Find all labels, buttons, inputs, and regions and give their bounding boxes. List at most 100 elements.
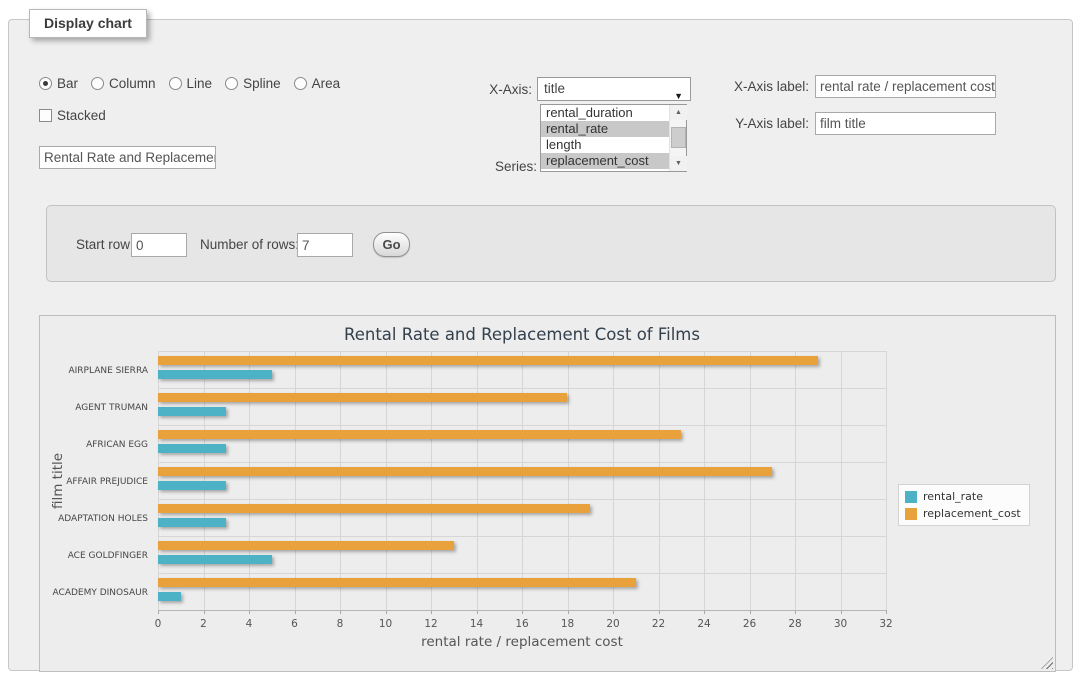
category-label: ACADEMY DINOSAUR (40, 588, 148, 598)
y-axis-label-input[interactable]: film title (815, 112, 996, 135)
x-tick-label: 4 (232, 618, 266, 630)
x-axis-select[interactable]: title ▼ (537, 77, 691, 101)
grid-line-v (295, 351, 296, 610)
grid-line-v (477, 351, 478, 610)
series-listbox: rental_duration rental_rate length repla… (540, 104, 687, 172)
stacked-checkbox-wrap[interactable]: Stacked (39, 108, 106, 123)
radio-spline-label: Spline (243, 76, 281, 91)
go-button[interactable]: Go (373, 232, 410, 257)
radio-area-icon[interactable] (294, 77, 307, 90)
series-select-label: Series: (437, 159, 537, 174)
grid-line-v (704, 351, 705, 610)
radio-column[interactable]: Column (91, 76, 156, 91)
series-option-rental-duration[interactable]: rental_duration (541, 105, 669, 121)
radio-column-label: Column (109, 76, 156, 91)
x-tick-label: 26 (733, 618, 767, 630)
scroll-down-icon[interactable]: ▼ (670, 156, 687, 171)
num-rows-label: Number of rows: (200, 237, 299, 252)
scroll-up-icon[interactable]: ▲ (670, 105, 687, 120)
grid-line-h (158, 536, 886, 537)
grid-line-v (750, 351, 751, 610)
x-axis-tick (886, 610, 887, 614)
grid-line-v (522, 351, 523, 610)
grid-line-v (568, 351, 569, 610)
bar-replacement_cost[interactable] (158, 578, 636, 587)
bar-rental_rate[interactable] (158, 407, 226, 416)
radio-bar[interactable]: Bar (39, 76, 78, 91)
legend-swatch-replacement-cost (905, 508, 917, 520)
grid-line-h (158, 351, 886, 352)
x-tick-label: 0 (141, 618, 175, 630)
x-tick-label: 20 (596, 618, 630, 630)
grid-line-v (340, 351, 341, 610)
start-row-label: Start row: (76, 237, 134, 252)
stacked-checkbox[interactable] (39, 109, 52, 122)
grid-line-h (158, 425, 886, 426)
stacked-row: Stacked (39, 108, 106, 123)
bar-replacement_cost[interactable] (158, 430, 681, 439)
radio-spline-icon[interactable] (225, 77, 238, 90)
bar-replacement_cost[interactable] (158, 467, 772, 476)
x-axis-title: rental rate / replacement cost (158, 634, 886, 650)
grid-line-h (158, 462, 886, 463)
series-option-length[interactable]: length (541, 137, 669, 153)
x-tick-label: 14 (460, 618, 494, 630)
category-label: AGENT TRUMAN (40, 403, 148, 413)
scrollbar[interactable]: ▲ ▼ (669, 105, 686, 171)
chart-title-input[interactable]: Rental Rate and Replacement Cost of Film… (39, 146, 216, 169)
x-axis-label-label: X-Axis label: (709, 79, 809, 94)
chart-legend: rental_rate replacement_cost (898, 484, 1030, 526)
category-label: ACE GOLDFINGER (40, 551, 148, 561)
bar-rental_rate[interactable] (158, 555, 272, 564)
num-rows-input[interactable]: 7 (297, 233, 353, 257)
x-axis-selected-value: title (544, 81, 565, 96)
bar-rental_rate[interactable] (158, 444, 226, 453)
radio-column-icon[interactable] (91, 77, 104, 90)
bar-rental_rate[interactable] (158, 518, 226, 527)
bar-replacement_cost[interactable] (158, 356, 818, 365)
radio-spline[interactable]: Spline (225, 76, 281, 91)
bar-rental_rate[interactable] (158, 370, 272, 379)
y-axis-label-label: Y-Axis label: (709, 116, 809, 131)
legend-item-replacement-cost[interactable]: replacement_cost (905, 507, 1021, 520)
y-axis-title: film title (50, 421, 66, 541)
stacked-label: Stacked (57, 108, 106, 123)
x-tick-label: 28 (778, 618, 812, 630)
x-tick-label: 6 (278, 618, 312, 630)
x-tick-label: 10 (369, 618, 403, 630)
radio-line-icon[interactable] (169, 77, 182, 90)
x-tick-label: 22 (642, 618, 676, 630)
x-tick-label: 16 (505, 618, 539, 630)
grid-line-v (659, 351, 660, 610)
legend-swatch-rental-rate (905, 491, 917, 503)
grid-line-v (431, 351, 432, 610)
legend-label-replacement-cost: replacement_cost (923, 507, 1021, 520)
x-axis-label-input[interactable]: rental rate / replacement cost (815, 75, 996, 98)
scrollbar-thumb[interactable] (671, 127, 686, 148)
grid-line-h (158, 388, 886, 389)
bar-replacement_cost[interactable] (158, 541, 454, 550)
x-tick-label: 8 (323, 618, 357, 630)
series-option-replacement-cost[interactable]: replacement_cost (541, 153, 669, 169)
grid-line-v (613, 351, 614, 610)
bar-replacement_cost[interactable] (158, 393, 567, 402)
x-tick-label: 24 (687, 618, 721, 630)
series-options: rental_duration rental_rate length repla… (541, 105, 669, 171)
grid-line-v (886, 351, 887, 610)
radio-line[interactable]: Line (169, 76, 213, 91)
grid-line-v (249, 351, 250, 610)
bar-replacement_cost[interactable] (158, 504, 590, 513)
radio-area[interactable]: Area (294, 76, 341, 91)
x-axis-select-label: X-Axis: (432, 82, 532, 97)
legend-item-rental-rate[interactable]: rental_rate (905, 490, 1021, 503)
grid-line-v (841, 351, 842, 610)
series-option-rental-rate[interactable]: rental_rate (541, 121, 669, 137)
category-label: AIRPLANE SIERRA (40, 366, 148, 376)
x-tick-label: 12 (414, 618, 448, 630)
radio-bar-icon[interactable] (39, 77, 52, 90)
grid-line-h (158, 499, 886, 500)
start-row-input[interactable]: 0 (131, 233, 187, 257)
chart-type-radio-group: Bar Column Line Spline Area (39, 76, 340, 91)
bar-rental_rate[interactable] (158, 592, 181, 601)
bar-rental_rate[interactable] (158, 481, 226, 490)
